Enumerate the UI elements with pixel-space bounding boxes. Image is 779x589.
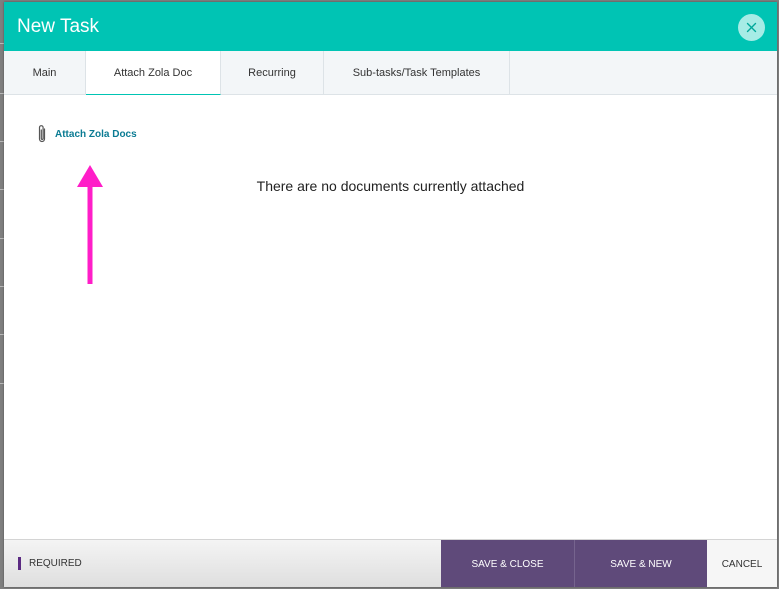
save-and-close-button[interactable]: SAVE & CLOSE — [441, 540, 574, 587]
close-icon — [746, 22, 757, 33]
save-and-new-button[interactable]: SAVE & NEW — [574, 540, 707, 587]
tab-recurring[interactable]: Recurring — [221, 51, 324, 94]
tab-main[interactable]: Main — [4, 51, 86, 94]
modal-title: New Task — [17, 16, 100, 37]
tab-subtasks-task-templates[interactable]: Sub-tasks/Task Templates — [324, 51, 510, 94]
required-indicator: REQUIRED — [18, 557, 82, 570]
tab-attach-zola-doc[interactable]: Attach Zola Doc — [86, 51, 221, 95]
new-task-modal: New Task Main Attach Zola Doc Recurring … — [4, 2, 777, 587]
required-label: REQUIRED — [29, 558, 82, 569]
no-documents-message: There are no documents currently attache… — [256, 178, 525, 194]
modal-footer: REQUIRED SAVE & CLOSE SAVE & NEW CANCEL — [4, 539, 777, 587]
paperclip-icon — [38, 125, 46, 143]
attach-zola-docs-link[interactable]: Attach Zola Docs — [36, 124, 137, 144]
required-marker — [18, 557, 21, 570]
tab-bar: Main Attach Zola Doc Recurring Sub-tasks… — [4, 51, 777, 95]
cancel-button[interactable]: CANCEL — [707, 540, 777, 587]
attach-zola-docs-label: Attach Zola Docs — [55, 128, 137, 140]
close-button[interactable] — [738, 14, 765, 41]
modal-header: New Task — [4, 2, 777, 51]
attach-doc-panel: Attach Zola Docs There are no documents … — [4, 95, 777, 539]
